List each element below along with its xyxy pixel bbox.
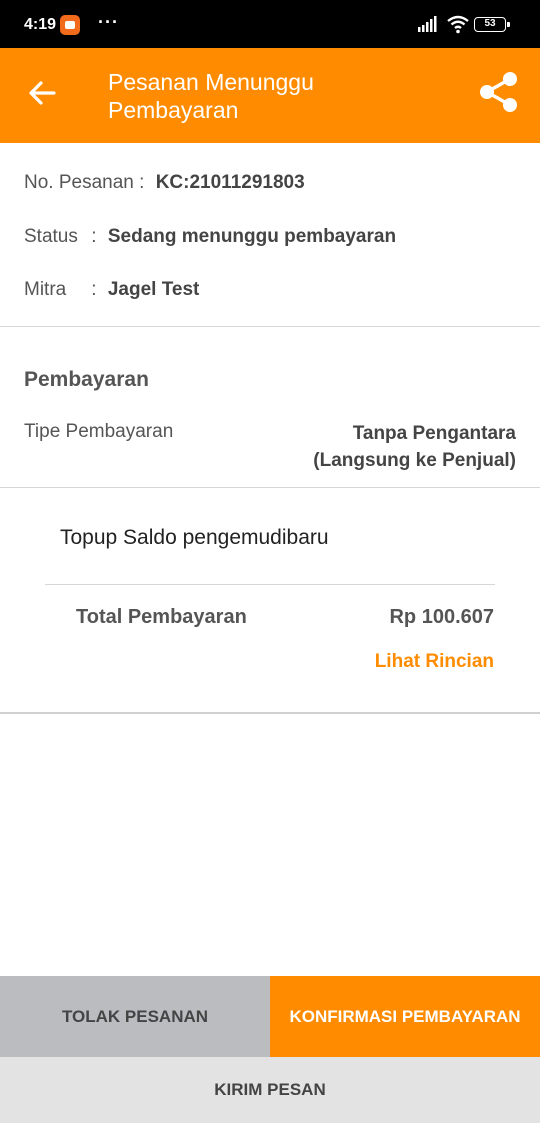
page-title: Pesanan Menunggu Pembayaran bbox=[108, 69, 314, 123]
signal-icon bbox=[418, 16, 437, 32]
order-number-value: KC:21011291803 bbox=[155, 172, 305, 193]
battery-icon: 53 bbox=[474, 17, 510, 32]
more-notifications-icon: ··· bbox=[98, 12, 119, 32]
status-bar: 4:19 ··· 53 bbox=[0, 0, 540, 48]
order-number-row: No. Pesanan : KC:21011291803 bbox=[24, 172, 305, 194]
order-partner-label: Mitra bbox=[24, 279, 67, 300]
confirm-payment-button[interactable]: KONFIRMASI PEMBAYARAN bbox=[270, 976, 540, 1057]
order-partner-value: Jagel Test bbox=[107, 279, 200, 300]
app-notification-icon bbox=[60, 15, 80, 35]
total-value: Rp 100.607 bbox=[389, 606, 494, 628]
back-arrow-icon[interactable] bbox=[24, 75, 60, 111]
status-time: 4:19 bbox=[24, 16, 57, 33]
separator: : bbox=[91, 226, 97, 247]
payment-heading: Pembayaran bbox=[24, 368, 149, 391]
separator: : bbox=[139, 172, 145, 193]
order-info-section: No. Pesanan : KC:21011291803 Status : Se… bbox=[0, 143, 540, 327]
share-icon[interactable] bbox=[478, 70, 518, 114]
payment-section: Pembayaran Tipe Pembayaran Tanpa Pengant… bbox=[0, 328, 540, 488]
order-status-row: Status : Sedang menunggu pembayaran bbox=[24, 226, 396, 248]
separator: : bbox=[91, 279, 97, 300]
order-status-label: Status bbox=[24, 226, 78, 247]
divider bbox=[45, 584, 495, 585]
summary-item-title: Topup Saldo pengemudibaru bbox=[60, 526, 329, 549]
wifi-icon bbox=[447, 15, 469, 34]
total-label: Total Pembayaran bbox=[76, 606, 247, 628]
payment-type-label: Tipe Pembayaran bbox=[24, 421, 174, 442]
payment-summary-card: Topup Saldo pengemudibaru Total Pembayar… bbox=[0, 488, 540, 714]
order-partner-row: Mitra : Jagel Test bbox=[24, 279, 199, 301]
reject-order-button[interactable]: TOLAK PESANAN bbox=[0, 976, 270, 1057]
app-bar: Pesanan Menunggu Pembayaran bbox=[0, 48, 540, 143]
order-status-value: Sedang menunggu pembayaran bbox=[107, 226, 397, 247]
view-details-link[interactable]: Lihat Rincian bbox=[375, 651, 494, 673]
send-message-button[interactable]: KIRIM PESAN bbox=[0, 1057, 540, 1123]
order-number-label: No. Pesanan bbox=[24, 172, 134, 193]
payment-type-value: Tanpa Pengantara (Langsung ke Penjual) bbox=[313, 423, 516, 471]
